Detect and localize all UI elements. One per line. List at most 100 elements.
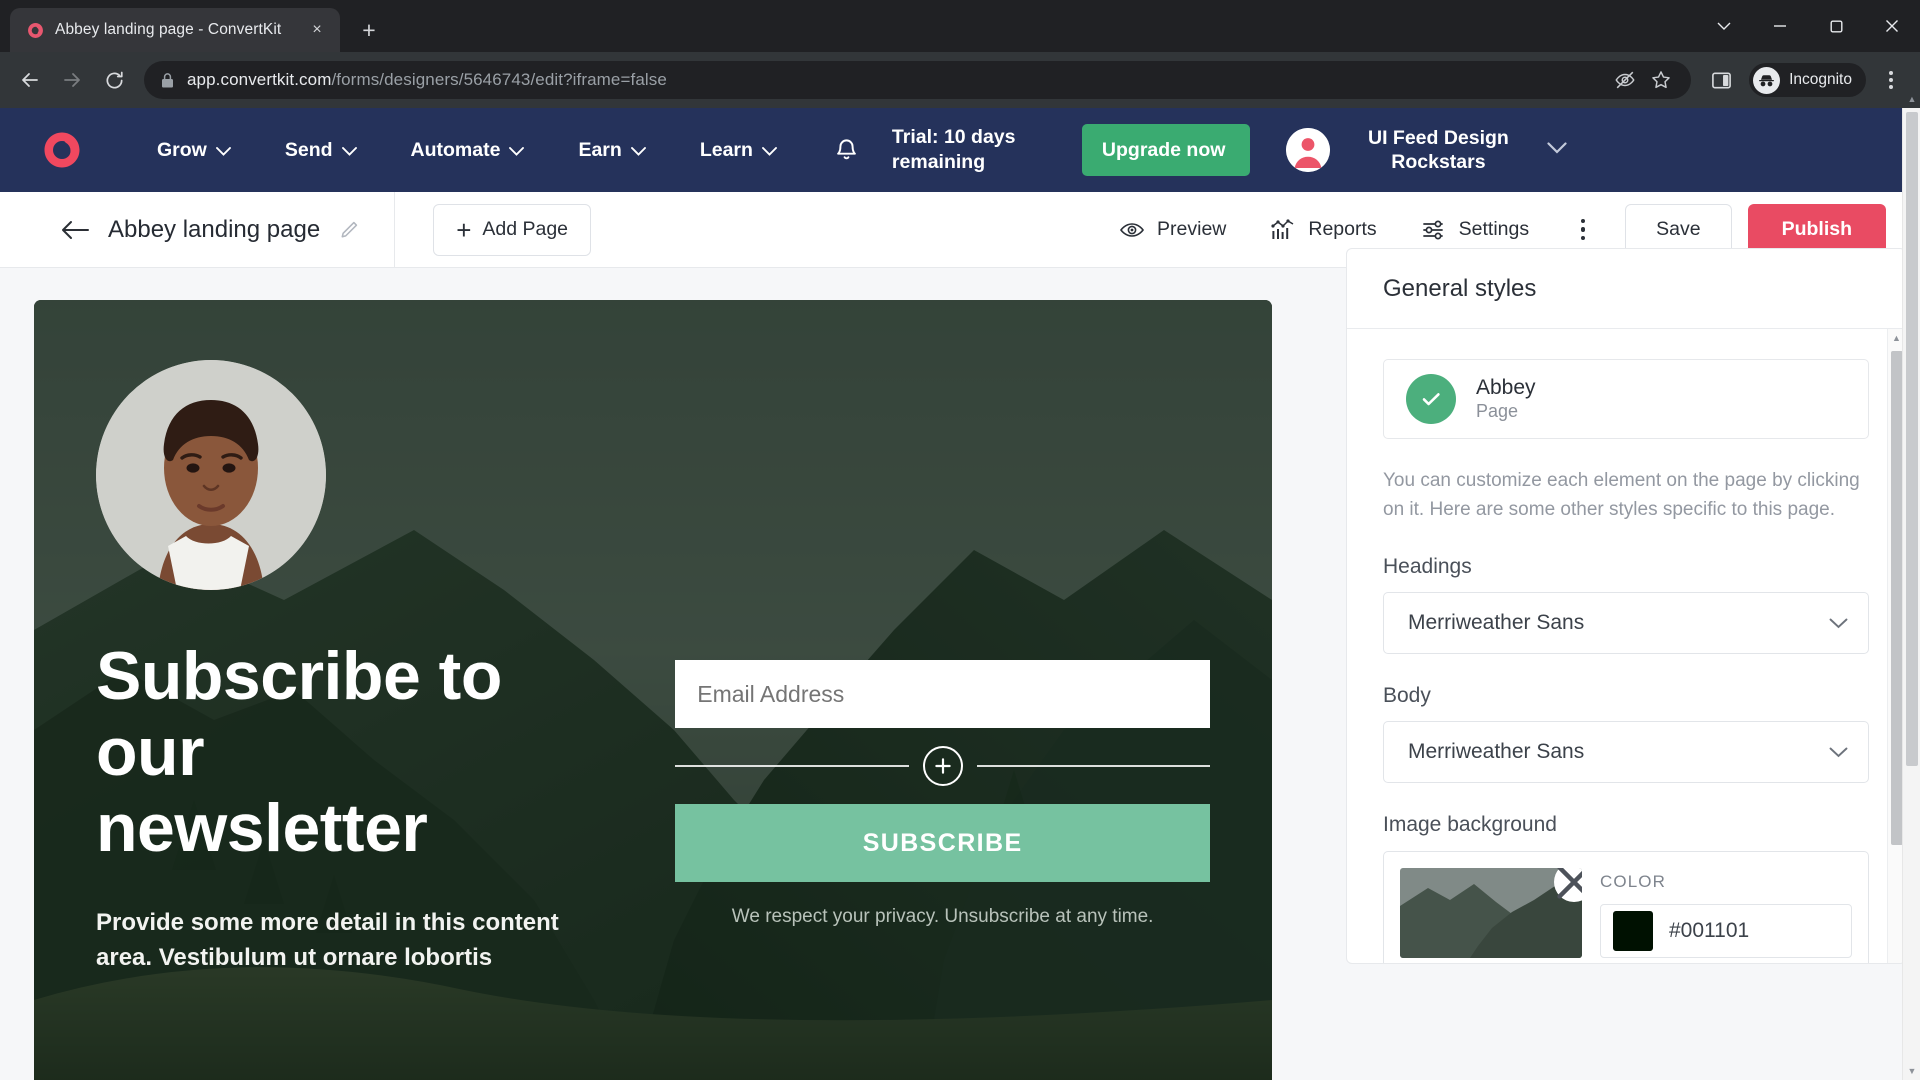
- page-card-name: Abbey: [1476, 375, 1536, 399]
- email-input[interactable]: [675, 660, 1210, 728]
- landing-page-left: Subscribe to our newsletter Provide some…: [96, 360, 675, 1080]
- canvas-wrapper: Subscribe to our newsletter Provide some…: [0, 300, 1272, 1080]
- privacy-text: We respect your privacy. Unsubscribe at …: [731, 906, 1154, 927]
- background-color-group: COLOR #001101: [1600, 868, 1852, 958]
- pencil-icon[interactable]: [338, 219, 360, 241]
- address-bar[interactable]: app.convertkit.com/forms/designers/56467…: [144, 61, 1692, 99]
- reload-button[interactable]: [94, 60, 134, 100]
- nav-item-send[interactable]: Send: [258, 139, 384, 162]
- minimize-button[interactable]: [1752, 0, 1808, 52]
- background-thumbnail[interactable]: [1400, 867, 1582, 958]
- page-scrollbar[interactable]: ▲ ▼: [1902, 94, 1920, 1080]
- nav-item-earn[interactable]: Earn: [551, 139, 672, 162]
- page-scroll-up-arrow[interactable]: ▲: [1903, 90, 1920, 108]
- nav-item-learn-label: Learn: [699, 138, 753, 161]
- page-card-text: Abbey Page: [1476, 375, 1536, 424]
- eye-off-icon[interactable]: [1609, 64, 1641, 96]
- omnibox-actions: [1609, 64, 1677, 96]
- chevron-down-icon: [1829, 740, 1848, 764]
- account-name[interactable]: UI Feed Design Rockstars: [1356, 126, 1521, 175]
- divider-left: [675, 765, 909, 767]
- browser-tab[interactable]: Abbey landing page - ConvertKit ×: [10, 8, 340, 52]
- browser-toolbar: app.convertkit.com/forms/designers/56467…: [0, 52, 1920, 108]
- close-icon[interactable]: [1554, 867, 1582, 902]
- new-tab-button[interactable]: +: [352, 13, 386, 47]
- chevron-down-icon: [630, 139, 646, 162]
- landing-page-body-text[interactable]: Provide some more detail in this content…: [96, 906, 576, 974]
- url-path: /forms/designers/5646743/edit?iframe=fal…: [331, 70, 667, 89]
- back-button[interactable]: [10, 60, 50, 100]
- maximize-button[interactable]: [1808, 0, 1864, 52]
- tab-close-icon[interactable]: ×: [306, 19, 328, 41]
- image-background-label: Image background: [1383, 812, 1557, 836]
- reports-label: Reports: [1308, 218, 1377, 240]
- incognito-icon: [1753, 66, 1781, 94]
- forward-button[interactable]: [52, 60, 92, 100]
- general-styles-panel: General styles Abbey Page You can custom…: [1346, 248, 1906, 964]
- headings-font-select[interactable]: Merriweather Sans: [1383, 591, 1869, 654]
- subscribe-form: SUBSCRIBE We respect your privacy. Unsub…: [675, 360, 1211, 1080]
- nav-item-learn[interactable]: Learn: [673, 139, 804, 162]
- divider-right: [976, 765, 1211, 767]
- reports-button[interactable]: Reports: [1248, 217, 1398, 243]
- preview-button[interactable]: Preview: [1097, 217, 1248, 243]
- headings-font-value: Merriweather Sans: [1408, 610, 1585, 634]
- preview-label: Preview: [1157, 218, 1227, 240]
- subscribe-button[interactable]: SUBSCRIBE: [675, 804, 1210, 882]
- tab-strip: Abbey landing page - ConvertKit × +: [0, 0, 1920, 52]
- body-font-select[interactable]: Merriweather Sans: [1383, 720, 1869, 783]
- url-domain: app.convertkit.com: [187, 70, 332, 89]
- avatar[interactable]: [1285, 128, 1330, 172]
- more-vertical-icon[interactable]: [1561, 208, 1605, 252]
- upgrade-now-button[interactable]: Upgrade now: [1081, 123, 1250, 177]
- bell-icon[interactable]: [830, 133, 864, 167]
- incognito-label: Incognito: [1789, 71, 1852, 88]
- landing-page-headline[interactable]: Subscribe to our newsletter: [96, 638, 516, 866]
- landing-page-content: Subscribe to our newsletter Provide some…: [34, 300, 1272, 1080]
- editor-title-group: Abbey landing page: [0, 191, 396, 268]
- nav-item-send-label: Send: [284, 138, 333, 161]
- page-element-card[interactable]: Abbey Page: [1383, 359, 1869, 439]
- add-field-row: [675, 728, 1211, 804]
- page-scroll-down-arrow[interactable]: ▼: [1903, 1062, 1920, 1080]
- sliders-icon: [1421, 217, 1447, 243]
- panel-body: Abbey Page You can customize each elemen…: [1347, 329, 1905, 963]
- color-label: COLOR: [1600, 871, 1666, 891]
- body-label: Body: [1383, 683, 1431, 707]
- chevron-down-icon: [215, 139, 231, 162]
- nav-item-earn-label: Earn: [578, 138, 622, 161]
- trial-status: Trial: 10 days remaining: [891, 126, 1016, 173]
- headings-label: Headings: [1383, 554, 1472, 578]
- lock-icon: [160, 72, 175, 89]
- back-icon[interactable]: [60, 219, 90, 241]
- convertkit-logo[interactable]: [38, 126, 86, 174]
- incognito-indicator[interactable]: Incognito: [1749, 63, 1866, 97]
- add-page-button[interactable]: + Add Page: [433, 203, 592, 256]
- chevron-down-icon: [761, 139, 777, 162]
- body-font-value: Merriweather Sans: [1408, 739, 1585, 763]
- page-card-type: Page: [1476, 401, 1519, 422]
- color-swatch: [1613, 910, 1653, 951]
- landing-page-canvas[interactable]: Subscribe to our newsletter Provide some…: [34, 300, 1272, 1080]
- nav-item-grow-label: Grow: [157, 138, 207, 161]
- side-panel-icon[interactable]: [1701, 60, 1741, 100]
- page-scrollbar-thumb[interactable]: [1906, 112, 1918, 766]
- eye-icon: [1119, 217, 1145, 243]
- portrait-photo[interactable]: [96, 360, 326, 590]
- nav-item-automate[interactable]: Automate: [384, 139, 552, 162]
- browser-window: Abbey landing page - ConvertKit × + app.…: [0, 0, 1920, 1080]
- settings-button[interactable]: Settings: [1399, 217, 1551, 243]
- nav-item-grow[interactable]: Grow: [130, 139, 258, 162]
- close-window-button[interactable]: [1864, 0, 1920, 52]
- chevron-down-icon[interactable]: [1547, 141, 1567, 159]
- page-title: Abbey landing page: [108, 215, 321, 243]
- star-icon[interactable]: [1645, 64, 1677, 96]
- editor-work-area: Subscribe to our newsletter Provide some…: [0, 248, 1920, 1080]
- plus-circle-icon[interactable]: [922, 746, 963, 786]
- color-picker-field[interactable]: #001101: [1600, 903, 1852, 958]
- chart-icon: [1270, 217, 1296, 243]
- tab-search-button[interactable]: [1696, 0, 1752, 52]
- convertkit-logo-icon: [26, 21, 45, 40]
- panel-title: General styles: [1383, 274, 1537, 302]
- toolbar-right: Incognito: [1701, 60, 1910, 100]
